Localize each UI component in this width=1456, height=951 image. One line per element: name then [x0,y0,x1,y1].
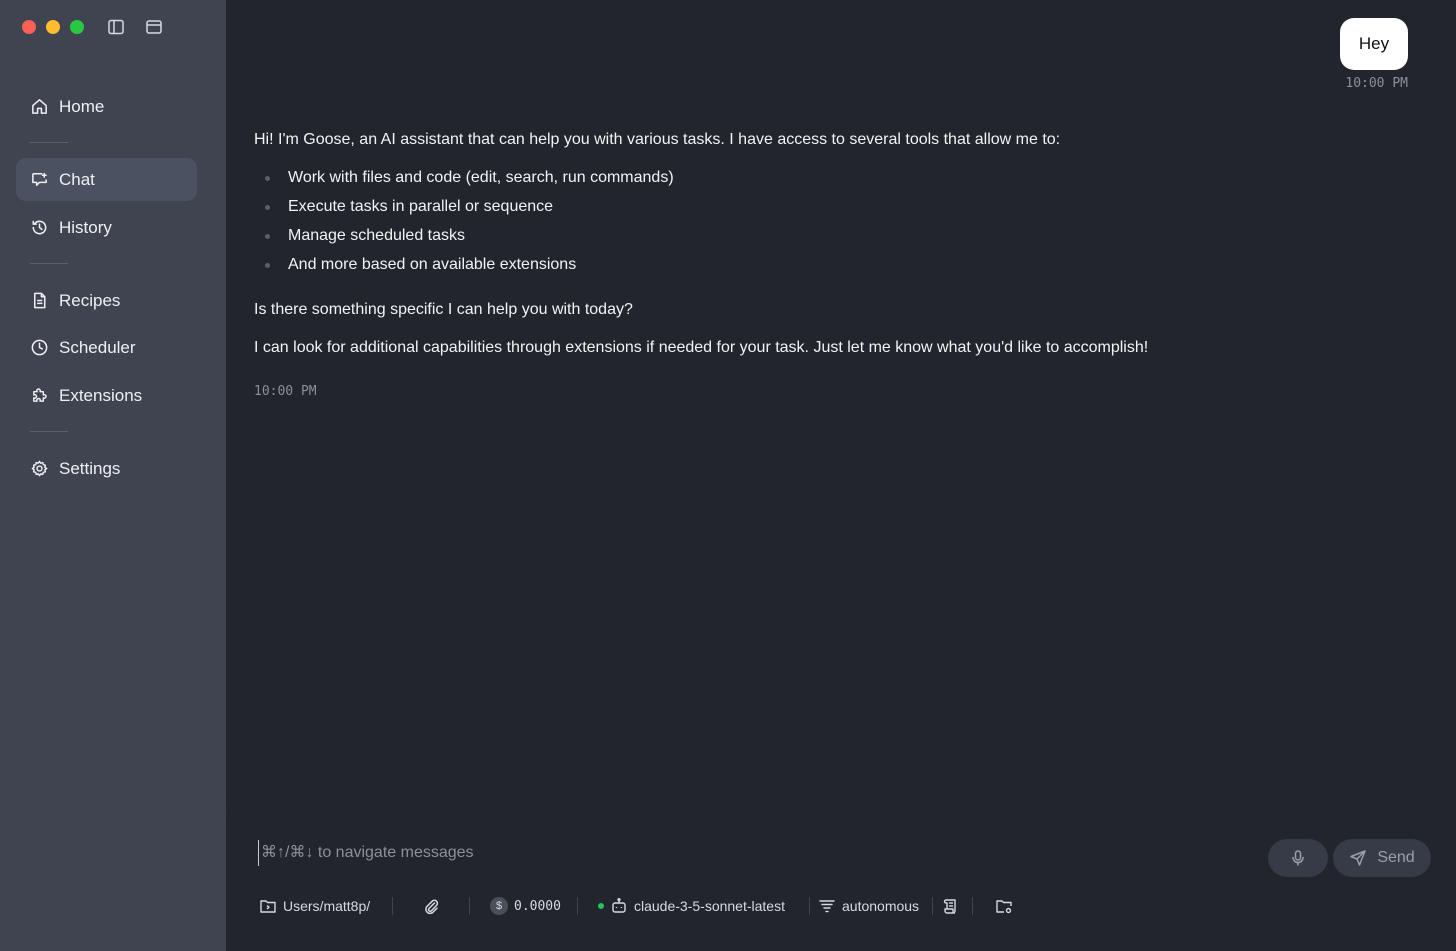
divider [972,897,973,915]
sidebar-item-recipes[interactable]: Recipes [16,279,197,322]
sidebar-toggle-icon[interactable] [107,18,125,36]
divider [392,897,393,915]
sidebar-item-label: Recipes [59,290,121,310]
divider [809,897,810,915]
list-item: Manage scheduled tasks [254,224,1404,253]
message-input[interactable] [258,840,1238,866]
history-icon [32,220,47,235]
list-item: Work with files and code (edit, search, … [254,166,1404,195]
divider [30,431,68,432]
mode-label: autonomous [842,898,920,914]
status-dot [598,903,604,909]
mode-selector[interactable]: autonomous [818,893,919,919]
sidebar-item-scheduler[interactable]: Scheduler [16,326,197,369]
assistant-question: Is there something specific I can help y… [254,301,633,318]
session-cost: 0.0000 [514,898,561,914]
sidebar-item-settings[interactable]: Settings [16,447,197,490]
home-icon [32,99,47,114]
attach-file-button[interactable] [422,893,440,919]
divider [30,142,68,143]
send-icon [1350,850,1367,866]
status-bar: Users/matt8p/ $ 0.0000 claude-3-5-sonnet… [0,893,1456,919]
sidebar-item-label: Scheduler [59,337,136,357]
maximize-window-button[interactable] [70,20,84,34]
gear-icon [31,460,48,477]
puzzle-icon [33,388,47,402]
assistant-message: Hi! I'm Goose, an AI assistant that can … [254,128,1404,374]
folder-icon [260,900,276,913]
assistant-message-time: 10:00 PM [254,384,317,399]
assistant-intro: Hi! I'm Goose, an AI assistant that can … [254,131,1061,148]
sidebar-item-extensions[interactable]: Extensions [16,374,197,417]
user-message-bubble: Hey [1340,18,1408,70]
working-directory-button[interactable]: Users/matt8p/ [259,893,370,919]
model-selector[interactable]: claude-3-5-sonnet-latest [598,893,785,919]
minimize-window-button[interactable] [46,20,60,34]
sidebar-item-label: History [59,217,112,237]
assistant-capabilities-list: Work with files and code (edit, search, … [254,166,1404,282]
clock-icon [31,339,48,356]
user-message-time: 10:00 PM [1345,76,1408,91]
close-window-button[interactable] [22,20,36,34]
folder-gear-icon [996,900,1012,914]
scroll-icon [943,899,956,914]
send-button[interactable]: Send [1333,839,1431,877]
assistant-closing: I can look for additional capabilities t… [254,339,1149,356]
composer [226,806,1456,951]
sidebar-item-label: Home [59,96,105,116]
voice-input-button[interactable] [1268,839,1328,877]
paperclip-icon [425,899,439,915]
recipes-icon [33,292,46,309]
sidebar-item-label: Settings [59,458,121,478]
robot-icon [612,897,626,913]
list-item: And more based on available extensions [254,253,1404,282]
model-name: claude-3-5-sonnet-latest [634,898,785,914]
list-item: Execute tasks in parallel or sequence [254,195,1404,224]
folder-settings-button[interactable] [995,893,1013,919]
sidebar-item-chat[interactable]: Chat [16,158,197,201]
chat-icon [32,172,47,186]
recipe-scroll-button[interactable] [942,893,960,919]
sidebar-item-history[interactable]: History [16,206,197,249]
divider [577,897,578,915]
microphone-icon [1292,850,1304,866]
working-directory: Users/matt8p/ [283,898,371,914]
filter-lines-icon [819,900,835,913]
new-window-icon[interactable] [145,18,163,36]
chat-area [226,0,1456,803]
coin-icon: $ [490,897,508,915]
sidebar: Home Chat History Recipes Scheduler Exte… [0,0,226,951]
sidebar-item-label: Chat [59,169,95,189]
send-label: Send [1377,849,1415,866]
divider [469,897,470,915]
window-controls [22,20,84,34]
sidebar-item-label: Extensions [59,385,143,405]
cost-tracker: $ 0.0000 [490,893,561,919]
divider [932,897,933,915]
sidebar-item-home[interactable]: Home [16,85,197,128]
divider [30,263,68,264]
